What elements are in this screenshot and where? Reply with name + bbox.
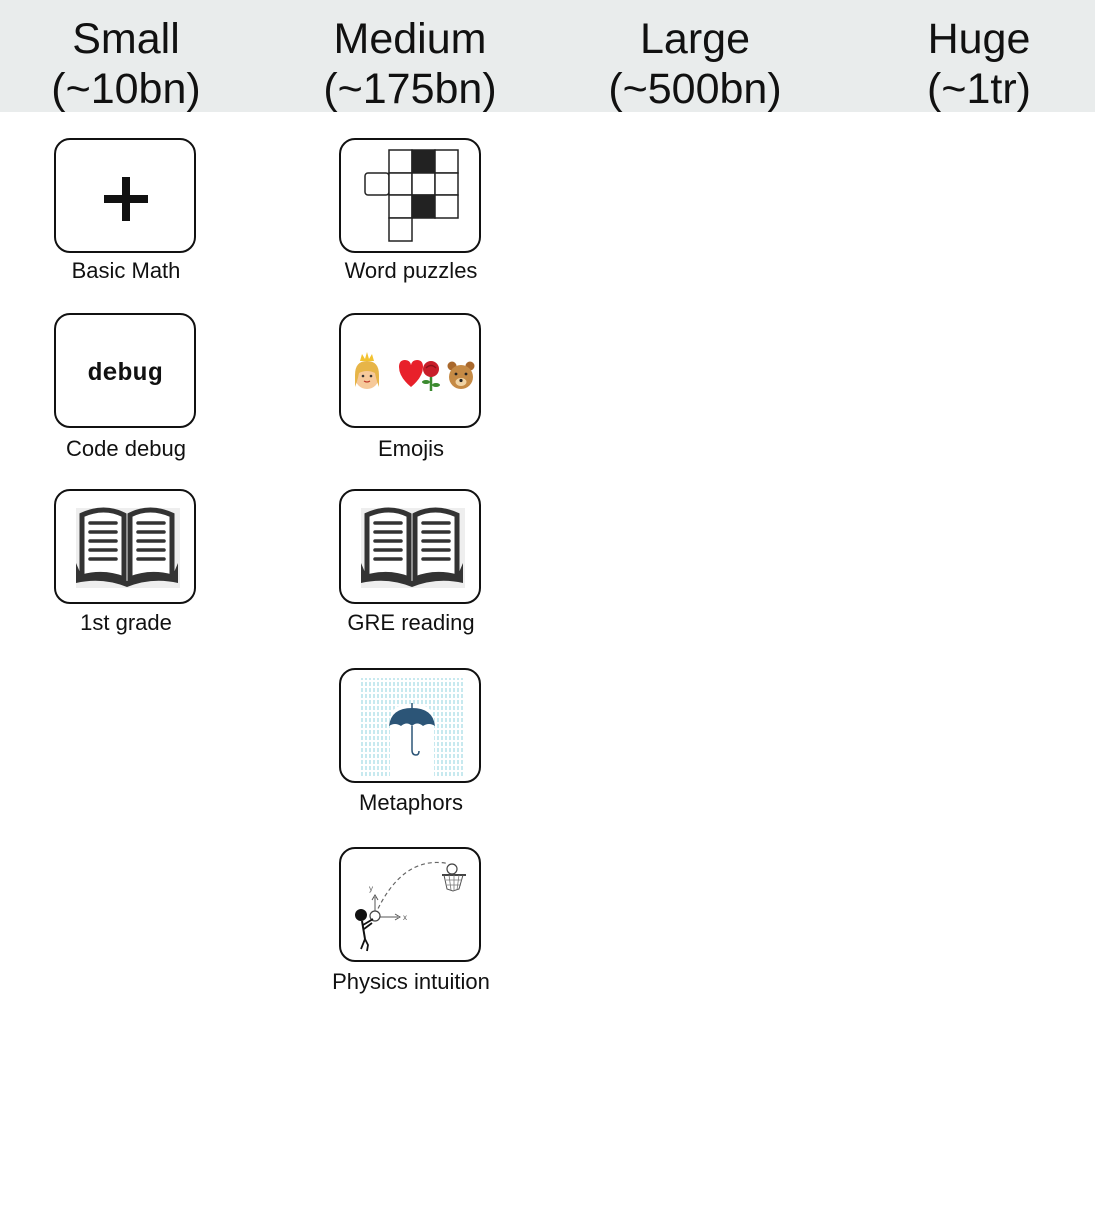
header-band: Small (~10bn) Medium (~175bn) Large (~500bn…: [0, 0, 1095, 113]
plus-icon: [104, 177, 148, 221]
code-debug-tile: debug: [54, 313, 196, 428]
code-text-icon: debug: [87, 359, 163, 388]
emojis-tile: [339, 313, 481, 428]
first-grade-label: 1st grade: [80, 610, 172, 635]
crossword-icon: [364, 149, 459, 242]
word-puzzles-tile: [339, 138, 481, 253]
physics-intuition-label: Physics intuition: [332, 969, 490, 994]
axis-x-label: x: [403, 913, 407, 922]
first-grade-tile: [54, 489, 196, 604]
basic-math-label: Basic Math: [71, 258, 181, 283]
gre-reading-tile: [339, 489, 481, 604]
bear-icon: [447, 361, 475, 389]
metaphors-tile: [339, 668, 481, 783]
column-title-small: Small (~10bn): [51, 15, 201, 113]
metaphors-label: Metaphors: [359, 790, 463, 815]
column-title-medium: Medium (~175bn): [323, 15, 497, 113]
open-book-icon: [76, 507, 180, 588]
princess-icon: [355, 352, 379, 389]
heart-icon: [399, 360, 423, 387]
column-title-large: Large (~500bn): [608, 15, 782, 113]
column-title-huge: Huge (~1tr): [927, 15, 1031, 113]
word-puzzles-label: Word puzzles: [344, 258, 478, 283]
gre-reading-label: GRE reading: [347, 610, 475, 635]
umbrella-rain-icon: [361, 678, 463, 778]
code-debug-label: Code debug: [66, 436, 186, 461]
basic-math-tile: [54, 138, 196, 253]
basketball-trajectory-icon: y x: [355, 861, 466, 952]
axis-y-label: y: [369, 884, 373, 893]
open-book-icon: [361, 507, 465, 588]
emoji-sequence-icon: [355, 352, 475, 391]
emojis-label: Emojis: [377, 436, 444, 461]
physics-intuition-tile: y x: [339, 847, 481, 962]
rose-icon: [422, 361, 440, 391]
